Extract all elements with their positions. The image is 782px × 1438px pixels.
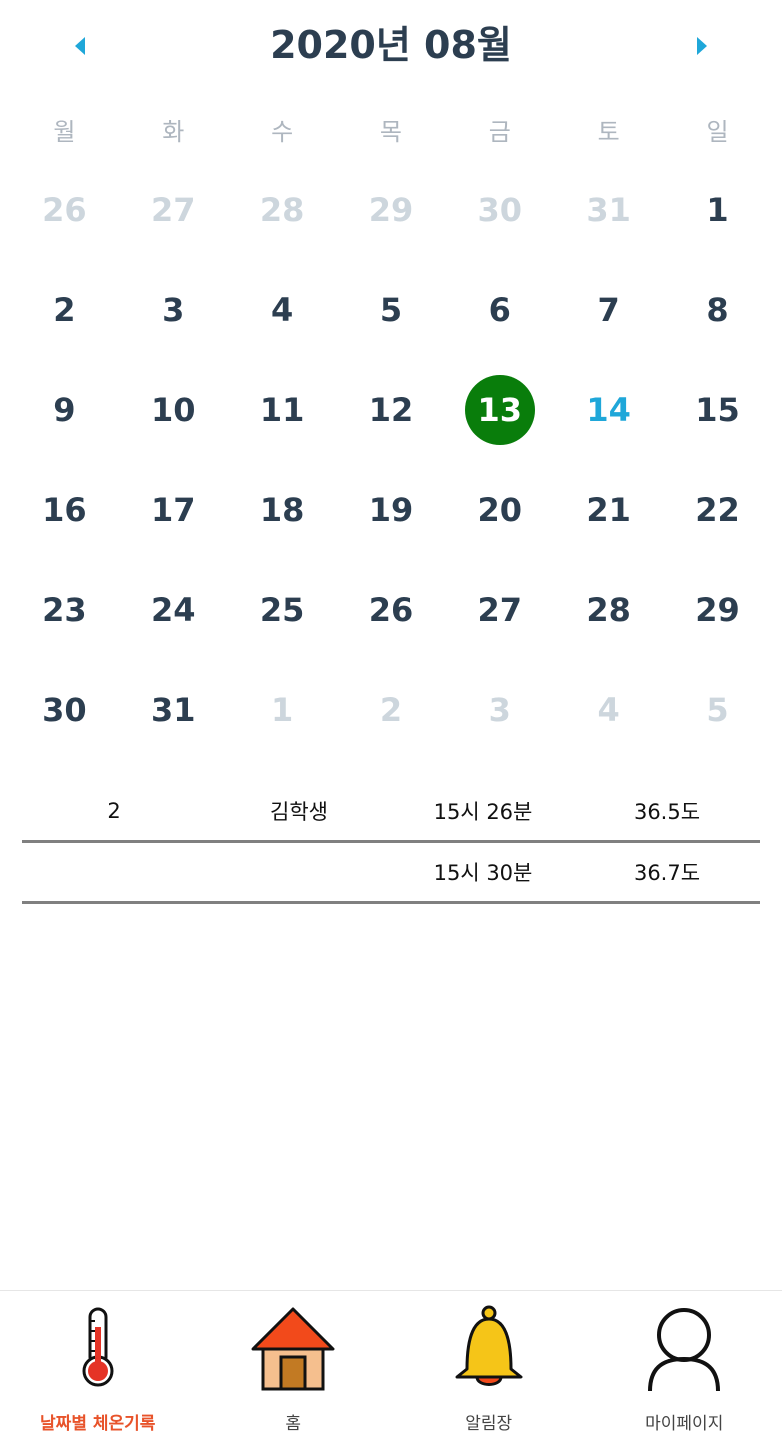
calendar-day[interactable]: 17 xyxy=(119,460,228,560)
month-title: 2020년 08월 xyxy=(270,23,512,67)
calendar-day[interactable]: 9 xyxy=(10,360,119,460)
calendar-day[interactable]: 7 xyxy=(554,260,663,360)
temperature-records-table: 2 김학생 15시 26분 36.5도 15시 30분 36.7도 xyxy=(22,782,760,904)
house-icon xyxy=(250,1305,336,1397)
bottom-navigation: 날짜별 체온기록 홈 알림장 마이페이지 xyxy=(0,1290,782,1438)
weekday-row: 월 화 수 목 금 토 일 xyxy=(10,112,772,156)
calendar-day[interactable]: 1 xyxy=(663,160,772,260)
calendar-day[interactable]: 16 xyxy=(10,460,119,560)
record-name: 김학생 xyxy=(270,800,328,824)
record-time: 15시 26분 xyxy=(433,800,533,824)
calendar-day[interactable]: 30 xyxy=(10,660,119,760)
weekday-label: 목 xyxy=(379,118,402,146)
calendar-day[interactable]: 2 xyxy=(337,660,446,760)
calendar-day[interactable]: 22 xyxy=(663,460,772,560)
calendar-day[interactable]: 5 xyxy=(337,260,446,360)
calendar-week-row: 2345678 xyxy=(10,260,772,360)
calendar-day[interactable]: 29 xyxy=(337,160,446,260)
calendar-day[interactable]: 20 xyxy=(445,460,554,560)
nav-item-home[interactable]: 홈 xyxy=(196,1291,392,1438)
calendar-day[interactable]: 18 xyxy=(228,460,337,560)
calendar-page: 2020년 08월 월 화 수 목 금 토 일 26 27 28 29 30 31 1 2 3 4… xyxy=(0,0,782,1438)
calendar-day[interactable]: 23 xyxy=(10,560,119,660)
calendar-day[interactable]: 26 xyxy=(10,160,119,260)
nav-label: 알림장 xyxy=(465,1414,513,1434)
record-number: 2 xyxy=(107,799,121,823)
calendar-day[interactable]: 26 xyxy=(337,560,446,660)
record-temperature: 36.5도 xyxy=(633,800,701,824)
calendar-day[interactable]: 27 xyxy=(119,160,228,260)
nav-label: 날짜별 체온기록 xyxy=(40,1414,156,1434)
person-icon xyxy=(644,1305,724,1397)
thermometer-icon xyxy=(78,1305,118,1393)
calendar-day[interactable]: 21 xyxy=(554,460,663,560)
calendar-day[interactable]: 28 xyxy=(554,560,663,660)
calendar-day[interactable]: 4 xyxy=(228,260,337,360)
calendar-grid: 26 27 28 29 30 31 1 2 3 4 5 6 7 8 9 10 11 12 13 14 15 16 17 18 1… xyxy=(10,160,772,760)
calendar-day[interactable]: 28 xyxy=(228,160,337,260)
calendar-day[interactable]: 14 xyxy=(554,360,663,460)
calendar-header: 2020년 08월 xyxy=(0,0,782,90)
nav-label: 홈 xyxy=(285,1414,302,1434)
calendar-day[interactable]: 10 xyxy=(119,360,228,460)
selected-day-circle: 13 xyxy=(464,375,535,445)
nav-item-temperature-records[interactable]: 날짜별 체온기록 xyxy=(0,1291,196,1438)
weekday-label: 수 xyxy=(271,118,294,146)
record-row[interactable]: 15시 30분 36.7도 xyxy=(22,843,760,904)
chevron-right-icon[interactable] xyxy=(688,32,716,60)
calendar-day[interactable]: 3 xyxy=(119,260,228,360)
record-temperature: 36.7도 xyxy=(633,861,701,885)
calendar-day[interactable]: 27 xyxy=(445,560,554,660)
calendar-week-row: 23 24 25 26 27 28 29 xyxy=(10,560,772,660)
calendar-day[interactable]: 25 xyxy=(228,560,337,660)
calendar-day[interactable]: 6 xyxy=(445,260,554,360)
weekday-label: 토 xyxy=(597,118,620,146)
weekday-label: 일 xyxy=(706,118,729,146)
calendar-day[interactable]: 31 xyxy=(119,660,228,760)
calendar-week-row: 9 10 11 12 13 14 15 xyxy=(10,360,772,460)
calendar-day[interactable]: 24 xyxy=(119,560,228,660)
calendar-day[interactable]: 3 xyxy=(445,660,554,760)
nav-item-notice[interactable]: 알림장 xyxy=(391,1291,587,1438)
calendar-week-row: 26 27 28 29 30 31 1 xyxy=(10,160,772,260)
record-row[interactable]: 2 김학생 15시 26분 36.5도 xyxy=(22,782,760,843)
calendar-day[interactable]: 1 xyxy=(228,660,337,760)
bell-icon xyxy=(449,1305,529,1395)
calendar-day[interactable]: 8 xyxy=(663,260,772,360)
weekday-label: 화 xyxy=(162,118,185,146)
calendar-day[interactable]: 30 xyxy=(445,160,554,260)
calendar-week-row: 30 31 1 2 3 4 5 xyxy=(10,660,772,760)
calendar-day[interactable]: 4 xyxy=(554,660,663,760)
record-time: 15시 30분 xyxy=(433,861,533,885)
weekday-label: 월 xyxy=(53,118,76,146)
nav-label: 마이페이지 xyxy=(645,1414,724,1434)
calendar-day[interactable]: 12 xyxy=(337,360,446,460)
nav-item-mypage[interactable]: 마이페이지 xyxy=(587,1291,782,1438)
calendar-day-selected[interactable]: 13 xyxy=(445,360,554,460)
calendar-week-row: 16 17 18 19 20 21 22 xyxy=(10,460,772,560)
calendar-day[interactable]: 2 xyxy=(10,260,119,360)
calendar-day[interactable]: 31 xyxy=(554,160,663,260)
calendar-day[interactable]: 11 xyxy=(228,360,337,460)
calendar-day[interactable]: 29 xyxy=(663,560,772,660)
calendar-day[interactable]: 15 xyxy=(663,360,772,460)
weekday-label: 금 xyxy=(488,118,511,146)
calendar-day[interactable]: 5 xyxy=(663,660,772,760)
calendar-day[interactable]: 19 xyxy=(337,460,446,560)
